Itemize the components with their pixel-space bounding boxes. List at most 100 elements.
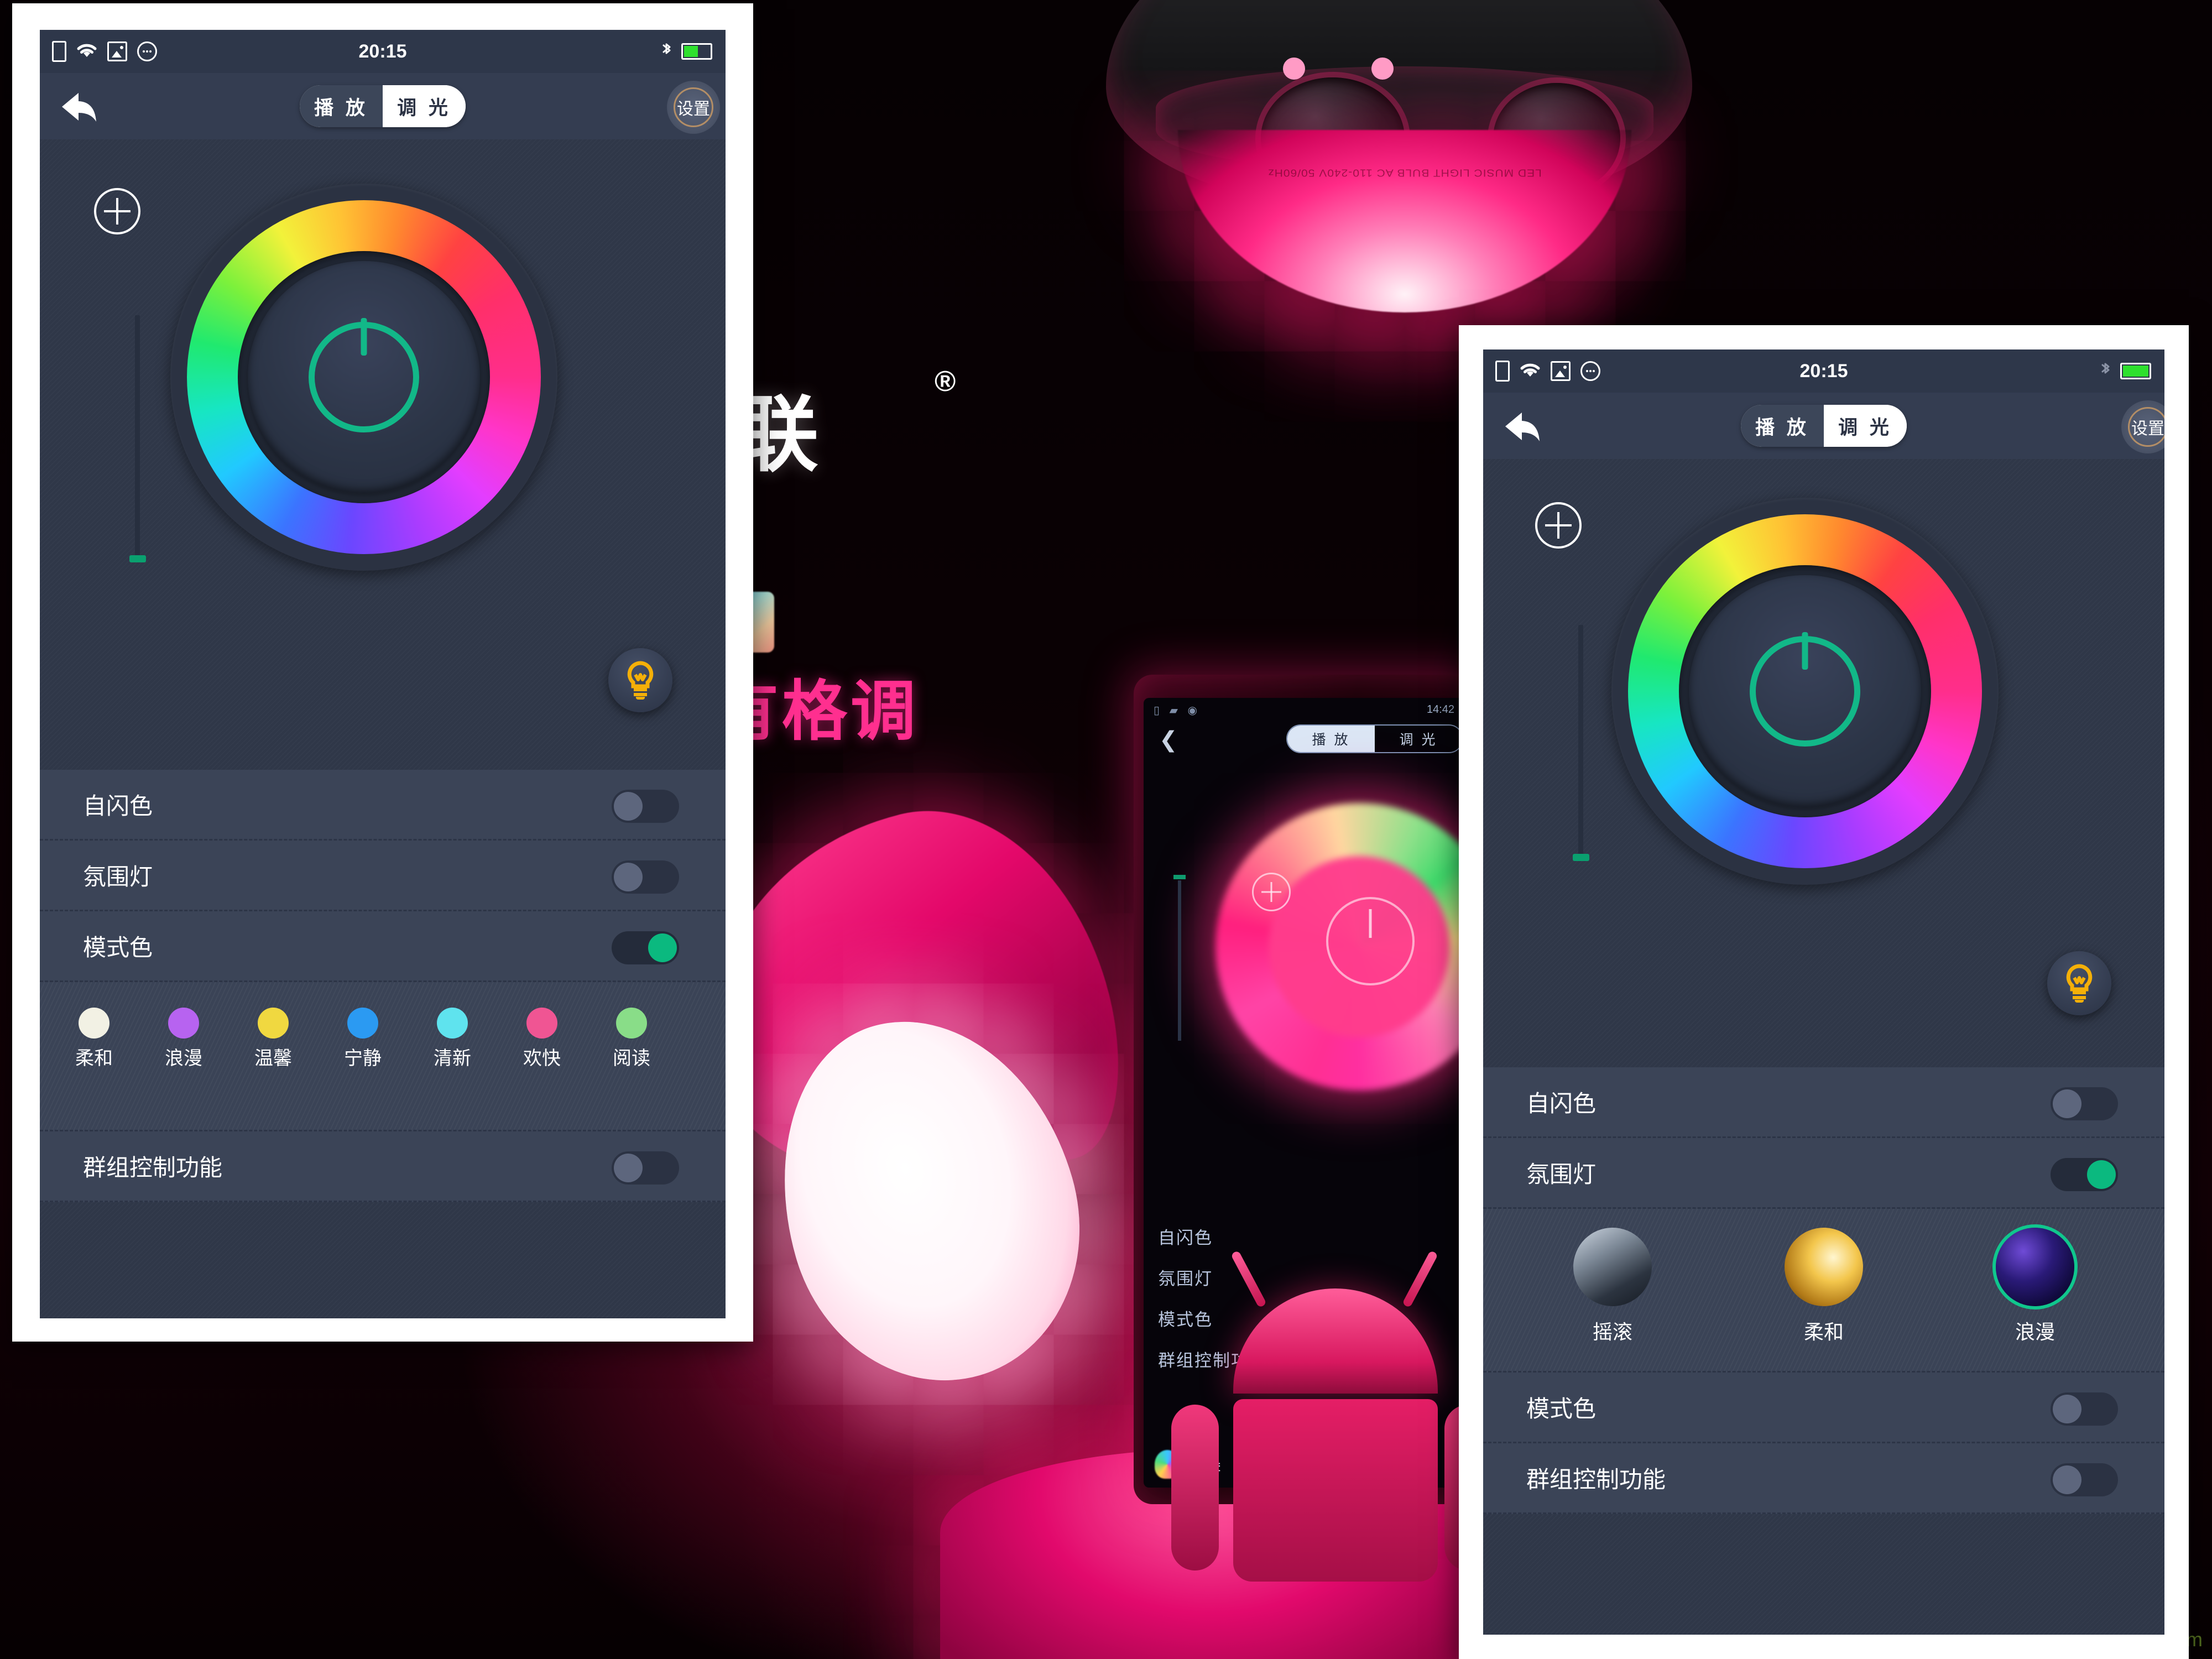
lightbulb-icon: [2066, 964, 2093, 1003]
row-label: 模式色: [1526, 1396, 1597, 1422]
row-mode-color[interactable]: 模式色: [40, 911, 726, 982]
phone-status-time: 14:42: [1426, 703, 1454, 716]
toggle-knob: [2053, 1465, 2081, 1494]
handle-plus-horizontal: [1545, 524, 1572, 526]
brightness-slider-track[interactable]: [135, 315, 140, 559]
back-button[interactable]: [60, 90, 100, 127]
rock-concert-thumb: [1573, 1228, 1652, 1306]
toggle-group-control[interactable]: [612, 1151, 679, 1185]
swatch-dot: [79, 1008, 109, 1039]
row-self-flash[interactable]: 自闪色: [1483, 1067, 2164, 1138]
swatch-label: 宁静: [344, 1048, 382, 1069]
phone-tab-play: 播 放: [1287, 726, 1375, 752]
nav-bar: 播 放 调 光 设置: [40, 73, 726, 139]
row-mode-color[interactable]: 模式色: [1483, 1373, 2164, 1443]
row-group-control[interactable]: 群组控制功能: [1483, 1443, 2164, 1514]
phone-segment-control: 播 放 调 光: [1286, 724, 1463, 753]
brightness-slider-track[interactable]: [1578, 625, 1583, 857]
row-ambient-light[interactable]: 氛围灯: [1483, 1138, 2164, 1209]
scene-item-rock[interactable]: 摇滚: [1557, 1228, 1668, 1345]
brightness-slider-knob[interactable]: [129, 555, 146, 562]
scene-label: 柔和: [1803, 1321, 1844, 1343]
phone-status-icons: ▯ ▰ ◉: [1154, 705, 1201, 717]
swatch-item[interactable]: 清新: [417, 1008, 488, 1070]
tab-dim[interactable]: 调 光: [1824, 405, 1907, 447]
swatch-dot: [616, 1008, 647, 1039]
status-bar: 20:15: [40, 30, 726, 73]
swatch-item[interactable]: 浪漫: [148, 1008, 219, 1070]
status-time: 20:15: [358, 40, 407, 62]
toggle-knob: [648, 933, 677, 962]
swatch-dot: [437, 1008, 468, 1039]
brightness-slider-knob[interactable]: [1573, 854, 1589, 861]
warm-chandelier-thumb: [1785, 1228, 1863, 1306]
toggle-knob: [614, 792, 643, 821]
row-self-flash[interactable]: 自闪色: [40, 770, 726, 841]
row-label: 自闪色: [83, 793, 153, 819]
mode-color-swatches: 柔和 浪漫 温馨 宁静 清新 欢快 阅读: [40, 982, 726, 1131]
bluetooth-icon: [660, 40, 672, 63]
phone-handle-icon: [1252, 873, 1291, 911]
color-wheel-area: [1483, 459, 2164, 1067]
scene-item-soft[interactable]: 柔和: [1768, 1228, 1879, 1345]
android-eye-left: [1283, 58, 1305, 80]
settings-list: 自闪色 氛围灯 模式色 柔和 浪漫 温馨 宁静 清新 欢快 阅读 群组控制功能: [40, 770, 726, 1202]
toggle-self-flash[interactable]: [612, 790, 679, 823]
android-eye-right: [1371, 58, 1394, 80]
row-label: 群组控制功能: [1526, 1467, 1666, 1493]
toggle-knob: [2053, 1089, 2081, 1118]
row-ambient-light[interactable]: 氛围灯: [40, 841, 726, 911]
swatch-item[interactable]: 阅读: [596, 1008, 667, 1070]
settings-button[interactable]: 设置: [667, 81, 720, 134]
toggle-self-flash[interactable]: [2051, 1087, 2118, 1120]
app-screen-left: 20:15 播 放 调 光 设置 自闪色 氛围灯 模式色 柔和 浪漫 温馨 宁静…: [40, 30, 726, 1318]
swatch-dot: [258, 1008, 289, 1039]
phone-brightness-slider: [1173, 875, 1186, 1041]
toggle-knob: [2053, 1395, 2081, 1423]
bulb-button[interactable]: [608, 648, 672, 712]
status-right-icons: [660, 40, 712, 63]
tab-switcher[interactable]: 播 放 调 光: [1741, 405, 1907, 447]
color-wheel-area: [40, 139, 726, 770]
swatch-item[interactable]: 宁静: [327, 1008, 398, 1070]
app-screen-right: 20:15 播 放 调 光 设置 自闪色 氛围灯 摇滚 柔和 浪漫 模式色 群组…: [1483, 349, 2164, 1635]
romantic-night-thumb: [1996, 1228, 2074, 1306]
back-button[interactable]: [1503, 409, 1543, 446]
swatch-label: 清新: [434, 1048, 471, 1069]
tab-dim[interactable]: 调 光: [383, 85, 466, 127]
phone-list-item: 自闪色: [1158, 1228, 1213, 1248]
toggle-ambient-light[interactable]: [612, 860, 679, 894]
phone-status-bar: ▯ ▰ ◉ 14:42: [1144, 701, 1478, 720]
bulb-button[interactable]: [2047, 951, 2111, 1015]
power-icon: [309, 322, 419, 432]
swatch-item[interactable]: 欢快: [507, 1008, 577, 1070]
scene-label: 摇滚: [1592, 1321, 1632, 1343]
toggle-mode-color[interactable]: [2051, 1392, 2118, 1426]
swatch-item[interactable]: 柔和: [59, 1008, 129, 1070]
settings-label: 设置: [677, 100, 710, 118]
row-group-control[interactable]: 群组控制功能: [40, 1131, 726, 1202]
toggle-mode-color[interactable]: [612, 931, 679, 964]
ambient-scene-list: 摇滚 柔和 浪漫: [1483, 1209, 2164, 1373]
row-label: 氛围灯: [1526, 1161, 1597, 1187]
tab-switcher[interactable]: 播 放 调 光: [300, 85, 466, 127]
settings-button[interactable]: 设置: [2121, 400, 2164, 453]
settings-label: 设置: [2131, 420, 2164, 438]
tab-play[interactable]: 播 放: [1741, 405, 1824, 447]
tab-play[interactable]: 播 放: [300, 85, 383, 127]
scene-item-romantic[interactable]: 浪漫: [1980, 1228, 2090, 1345]
swatch-item[interactable]: 温馨: [238, 1008, 309, 1070]
nav-bar: 播 放 调 光 设置: [1483, 393, 2164, 459]
screenshot-panel-right: 20:15 播 放 调 光 设置 自闪色 氛围灯 摇滚 柔和 浪漫 模式色 群组…: [1459, 325, 2189, 1659]
swatch-label: 温馨: [254, 1048, 292, 1069]
color-handle[interactable]: [1535, 502, 1582, 549]
toggle-group-control[interactable]: [2051, 1463, 2118, 1496]
toggle-ambient-light[interactable]: [2051, 1158, 2118, 1191]
swatch-label: 欢快: [523, 1048, 561, 1069]
scene-label: 浪漫: [2015, 1321, 2055, 1343]
phone-tab-dim: 调 光: [1399, 732, 1438, 748]
color-handle[interactable]: [94, 188, 140, 234]
handle-plus-horizontal: [104, 210, 131, 212]
swatch-label: 柔和: [75, 1048, 113, 1069]
battery-icon: [681, 43, 712, 60]
